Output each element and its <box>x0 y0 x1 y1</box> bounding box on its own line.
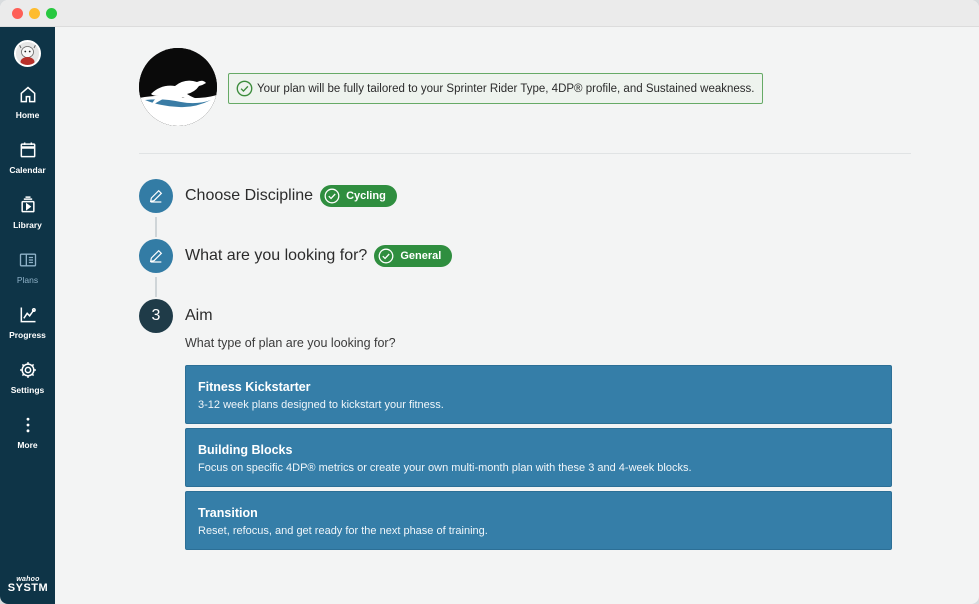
option-title: Fitness Kickstarter <box>198 380 311 394</box>
library-icon <box>20 196 35 213</box>
avatar[interactable] <box>14 40 41 67</box>
banner-text: Your plan will be fully tailored to your… <box>257 82 755 95</box>
sidebar-item-calendar[interactable]: Calendar <box>0 140 55 190</box>
app-window: Home Calendar Library Plans Progress Set… <box>0 0 979 604</box>
sidebar-item-plans[interactable]: Plans <box>0 250 55 300</box>
sidebar-item-progress[interactable]: Progress <box>0 305 55 355</box>
step-number: 3 <box>139 299 173 333</box>
home-icon <box>20 86 35 103</box>
sidebar-item-home[interactable]: Home <box>0 85 55 135</box>
brand-big: SYSTM <box>7 582 49 594</box>
divider <box>139 153 911 154</box>
sidebar: Home Calendar Library Plans Progress Set… <box>0 27 55 604</box>
calendar-icon <box>20 142 35 158</box>
edit-step-button[interactable] <box>139 179 173 213</box>
step-connector <box>155 277 157 297</box>
step-looking-for[interactable]: What are you looking for? General <box>139 239 453 273</box>
gear-icon <box>19 362 36 378</box>
sprinter-rider-type-icon <box>139 48 217 126</box>
selected-badge: General <box>374 245 453 267</box>
step-choose-discipline[interactable]: Choose Discipline Cycling <box>139 179 397 213</box>
step-title: What are you looking for? <box>185 247 368 264</box>
more-vertical-icon <box>26 417 29 433</box>
step-title: Choose Discipline <box>185 187 314 204</box>
sidebar-item-label: Calendar <box>9 165 46 175</box>
wahoo-systm-logo: wahoo SYSTM <box>6 576 50 594</box>
maximize-window-button[interactable] <box>46 8 57 19</box>
plan-tailored-banner: Your plan will be fully tailored to your… <box>228 73 763 104</box>
pencil-icon <box>149 189 163 203</box>
aim-question: What type of plan are you looking for? <box>185 336 396 350</box>
option-transition[interactable]: Transition Reset, refocus, and get ready… <box>185 491 892 550</box>
selected-value: Cycling <box>346 190 386 202</box>
option-title: Transition <box>198 506 258 520</box>
step-title: Aim <box>185 307 213 324</box>
sidebar-item-settings[interactable]: Settings <box>0 360 55 410</box>
plans-icon <box>19 253 36 267</box>
selected-badge: Cycling <box>320 185 397 207</box>
close-window-button[interactable] <box>12 8 23 19</box>
avatar-image <box>16 42 39 65</box>
progress-chart-icon <box>20 307 36 323</box>
step-connector <box>155 217 157 237</box>
sidebar-item-more[interactable]: More <box>0 415 55 465</box>
option-description: 3-12 week plans designed to kickstart yo… <box>198 399 444 411</box>
sidebar-item-label: Progress <box>9 330 46 340</box>
sidebar-item-label: More <box>17 440 38 450</box>
sidebar-item-label: Settings <box>10 385 45 395</box>
sidebar-item-library[interactable]: Library <box>0 195 55 245</box>
cheetah-icon <box>139 48 217 126</box>
selected-value: General <box>400 250 442 262</box>
pencil-icon <box>149 249 163 263</box>
sidebar-item-label: Home <box>15 110 40 120</box>
step-aim: 3 Aim <box>139 299 213 333</box>
check-circle-icon <box>378 248 394 264</box>
main-content: Your plan will be fully tailored to your… <box>55 27 979 604</box>
option-title: Building Blocks <box>198 443 293 457</box>
option-description: Focus on specific 4DP® metrics or create… <box>198 462 692 474</box>
window-titlebar <box>0 0 979 27</box>
option-description: Reset, refocus, and get ready for the ne… <box>198 525 488 537</box>
edit-step-button[interactable] <box>139 239 173 273</box>
option-fitness-kickstarter[interactable]: Fitness Kickstarter 3-12 week plans desi… <box>185 365 892 424</box>
minimize-window-button[interactable] <box>29 8 40 19</box>
sidebar-item-label: Library <box>13 220 42 230</box>
check-circle-icon <box>236 80 253 97</box>
option-building-blocks[interactable]: Building Blocks Focus on specific 4DP® m… <box>185 428 892 487</box>
check-circle-icon <box>324 188 340 204</box>
sidebar-item-label: Plans <box>16 275 39 285</box>
